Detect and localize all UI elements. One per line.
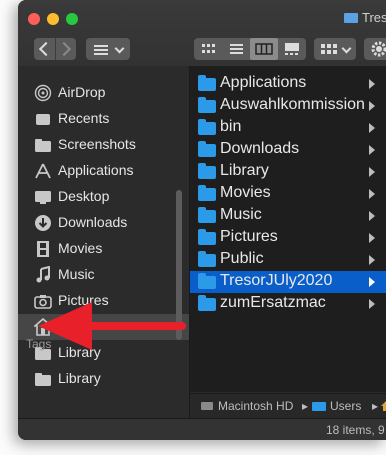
red-arrow-annotation [38,302,186,350]
